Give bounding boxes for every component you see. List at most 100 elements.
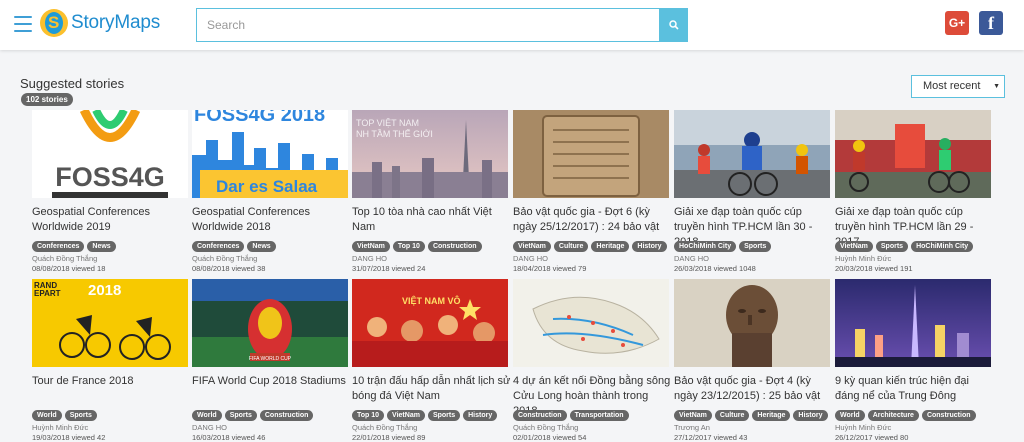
tag-badge[interactable]: History	[632, 241, 667, 252]
story-card[interactable]: 9 kỳ quan kiến trúc hiện đại đáng nể của…	[835, 279, 991, 442]
tag-badge[interactable]: Sports	[875, 241, 909, 252]
story-author[interactable]: DANG HO	[674, 254, 709, 263]
story-tags: VietNam Culture Heritage History	[674, 410, 828, 421]
story-author[interactable]: Huỳnh Minh Đức	[835, 254, 891, 263]
story-author[interactable]: Quách Đồng Thắng	[513, 423, 578, 432]
tag-badge[interactable]: History	[463, 410, 498, 421]
story-card[interactable]: FOSS4G Geospatial Conferences Worldwide …	[32, 110, 188, 273]
tag-badge[interactable]: Construction	[427, 241, 482, 252]
search-input[interactable]	[196, 8, 659, 42]
story-title[interactable]: Tour de France 2018	[32, 374, 192, 389]
tag-badge[interactable]: HoChiMinh City	[674, 241, 737, 252]
story-date-views: 08/08/2018 viewed 18	[32, 264, 106, 273]
tag-badge[interactable]: Construction	[513, 410, 567, 421]
story-card[interactable]: VIỆT NAM VÔ 10 trận đấu hấp dẫn nhất lịc…	[352, 279, 510, 442]
tag-badge[interactable]: Sports	[224, 410, 257, 421]
tag-badge[interactable]: News	[87, 241, 116, 252]
tag-badge[interactable]: Conferences	[32, 241, 85, 252]
story-thumbnail[interactable]: TOP VIỆT NAM NH TẦM THẾ GIỚI	[352, 110, 508, 198]
story-count-badge: 102 stories	[21, 93, 73, 106]
tag-badge[interactable]: Heritage	[591, 241, 630, 252]
story-thumbnail[interactable]	[513, 279, 669, 367]
tag-badge[interactable]: Sports	[427, 410, 461, 421]
story-thumbnail[interactable]	[674, 279, 830, 367]
story-tags: World Sports Construction	[192, 410, 314, 421]
story-thumbnail[interactable]	[513, 110, 669, 198]
story-title[interactable]: 10 trận đấu hấp dẫn nhất lịch sử bóng đá…	[352, 374, 512, 404]
story-author[interactable]: Huỳnh Minh Đức	[32, 423, 88, 432]
story-thumbnail[interactable]: VIỆT NAM VÔ	[352, 279, 508, 367]
tag-badge[interactable]: Transportation	[569, 410, 629, 421]
tag-badge[interactable]: Heritage	[752, 410, 791, 421]
story-thumbnail[interactable]: FOSS4G	[32, 110, 188, 198]
story-card[interactable]: Giải xe đạp toàn quốc cúp truyền hình TP…	[674, 110, 830, 273]
menu-icon[interactable]	[14, 16, 32, 32]
story-card[interactable]: 4 dự án kết nối Đồng bằng sông Cửu Long …	[513, 279, 670, 442]
story-thumbnail[interactable]: FIFA WORLD CUP	[192, 279, 348, 367]
story-title[interactable]: Geospatial Conferences Worldwide 2019	[32, 205, 192, 235]
tag-badge[interactable]: Top 10	[352, 410, 385, 421]
tag-badge[interactable]: Sports	[64, 410, 97, 421]
story-card[interactable]: RAND EPART 2018 Tour de France 2018 World…	[32, 279, 188, 442]
tag-badge[interactable]: Architecture	[867, 410, 919, 421]
story-tags: World Sports	[32, 410, 97, 421]
story-title[interactable]: Bảo vật quốc gia - Đợt 4 (kỳ ngày 23/12/…	[674, 374, 834, 404]
story-author[interactable]: DANG HO	[192, 423, 227, 432]
tag-badge[interactable]: Conferences	[192, 241, 245, 252]
svg-text:VIỆT NAM VÔ: VIỆT NAM VÔ	[402, 295, 461, 306]
logo[interactable]: StoryMaps	[40, 9, 160, 37]
story-thumbnail[interactable]: FOSS4G 2018 Dar es Salaa	[192, 110, 348, 198]
google-plus-button[interactable]: G+	[945, 11, 969, 35]
story-author[interactable]: Quách Đồng Thắng	[192, 254, 257, 263]
tag-badge[interactable]: Top 10	[392, 241, 425, 252]
search-button[interactable]	[659, 8, 688, 42]
story-date-views: 19/03/2018 viewed 42	[32, 433, 106, 442]
story-author[interactable]: Quách Đồng Thắng	[352, 423, 417, 432]
tag-badge[interactable]: History	[793, 410, 828, 421]
tag-badge[interactable]: Construction	[921, 410, 976, 421]
story-thumbnail[interactable]: RAND EPART 2018	[32, 279, 188, 367]
story-title[interactable]: Top 10 tòa nhà cao nhất Việt Nam	[352, 205, 512, 235]
sort-dropdown[interactable]: Most recent ▼	[911, 75, 1005, 98]
story-title[interactable]: 9 kỳ quan kiến trúc hiện đại đáng nể của…	[835, 374, 995, 404]
tag-badge[interactable]: Construction	[259, 410, 314, 421]
tag-badge[interactable]: Sports	[739, 241, 772, 252]
tag-badge[interactable]: News	[247, 241, 276, 252]
tag-badge[interactable]: World	[192, 410, 222, 421]
story-thumbnail[interactable]	[835, 110, 991, 198]
tag-badge[interactable]: VietNam	[387, 410, 425, 421]
story-card[interactable]: FOSS4G 2018 Dar es Salaa Geospatial Conf…	[192, 110, 348, 273]
story-title[interactable]: FIFA World Cup 2018 Stadiums	[192, 374, 352, 389]
story-thumbnail[interactable]	[835, 279, 991, 367]
svg-text:FOSS4G 2018: FOSS4G 2018	[194, 110, 325, 126]
story-card[interactable]: Bảo vật quốc gia - Đợt 4 (kỳ ngày 23/12/…	[674, 279, 830, 442]
story-date-views: 31/07/2018 viewed 24	[352, 264, 426, 273]
tag-badge[interactable]: VietNam	[674, 410, 712, 421]
story-author[interactable]: Quách Đồng Thắng	[32, 254, 97, 263]
story-card[interactable]: FIFA WORLD CUP FIFA World Cup 2018 Stadi…	[192, 279, 348, 442]
story-author[interactable]: Huỳnh Minh Đức	[835, 423, 891, 432]
svg-text:NH TẦM THẾ GIỚI: NH TẦM THẾ GIỚI	[356, 129, 433, 139]
tag-badge[interactable]: HoChiMinh City	[911, 241, 974, 252]
tag-badge[interactable]: Culture	[714, 410, 750, 421]
facebook-button[interactable]: f	[979, 11, 1003, 35]
story-card[interactable]: TOP VIỆT NAM NH TẦM THẾ GIỚI Top 10 tòa …	[352, 110, 508, 273]
tag-badge[interactable]: VietNam	[352, 241, 390, 252]
story-date-views: 26/03/2018 viewed 1048	[674, 264, 756, 273]
tag-badge[interactable]: Culture	[553, 241, 589, 252]
story-tags: Conferences News	[32, 241, 116, 252]
story-date-views: 27/12/2017 viewed 43	[674, 433, 748, 442]
story-title[interactable]: Bảo vật quốc gia - Đợt 6 (kỳ ngày 25/12/…	[513, 205, 673, 235]
story-author[interactable]: Trương An	[674, 423, 710, 432]
tag-badge[interactable]: World	[835, 410, 865, 421]
story-card[interactable]: Bảo vật quốc gia - Đợt 6 (kỳ ngày 25/12/…	[513, 110, 669, 273]
tag-badge[interactable]: VietNam	[513, 241, 551, 252]
story-tags: Construction Transportation	[513, 410, 629, 421]
story-author[interactable]: DANG HO	[513, 254, 548, 263]
story-title[interactable]: Geospatial Conferences Worldwide 2018	[192, 205, 352, 235]
story-thumbnail[interactable]	[674, 110, 830, 198]
tag-badge[interactable]: World	[32, 410, 62, 421]
story-author[interactable]: DANG HO	[352, 254, 387, 263]
story-card[interactable]: Giải xe đạp toàn quốc cúp truyền hình TP…	[835, 110, 991, 273]
tag-badge[interactable]: VietNam	[835, 241, 873, 252]
